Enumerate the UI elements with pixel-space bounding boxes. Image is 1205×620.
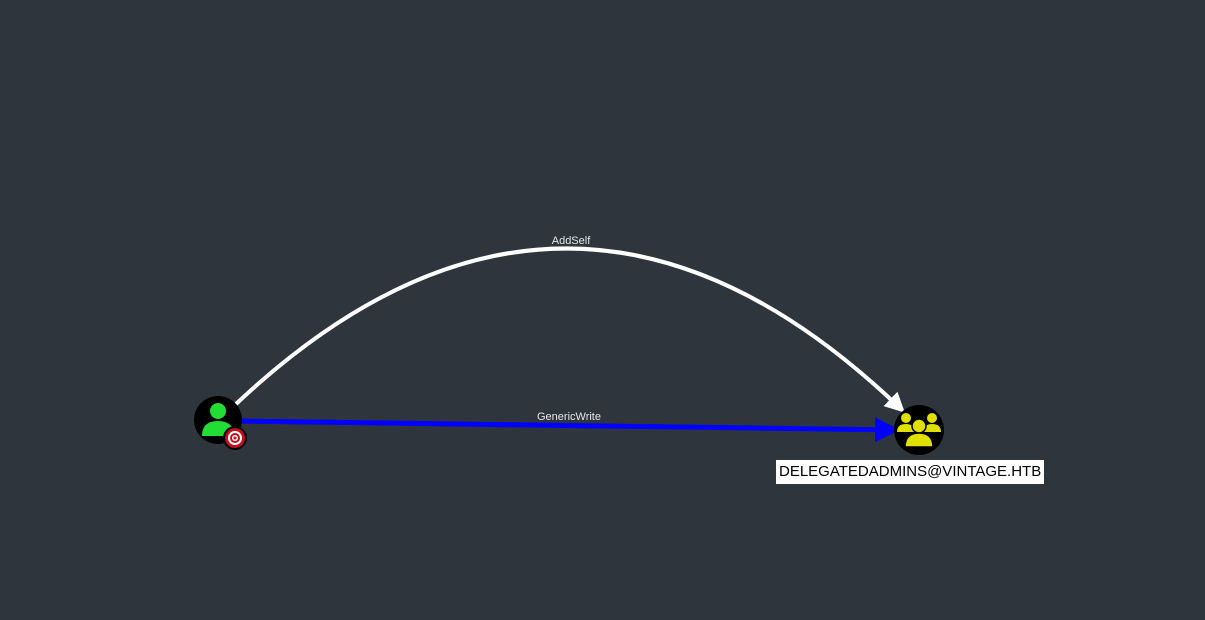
- edge-addself-label: AddSelf: [552, 235, 591, 247]
- edge-addself-path[interactable]: [234, 246, 905, 413]
- edge-genericwrite[interactable]: GenericWrite: [239, 411, 900, 443]
- edge-genericwrite-label: GenericWrite: [537, 411, 601, 423]
- node-group-label: DELEGATEDADMINS@VINTAGE.HTB: [776, 460, 1045, 484]
- graph-canvas[interactable]: AddSelf GenericWrite: [0, 0, 1205, 620]
- node-group[interactable]: [894, 405, 944, 455]
- edge-addself[interactable]: AddSelf: [234, 235, 905, 413]
- node-user[interactable]: [194, 396, 247, 450]
- target-icon: [223, 426, 247, 450]
